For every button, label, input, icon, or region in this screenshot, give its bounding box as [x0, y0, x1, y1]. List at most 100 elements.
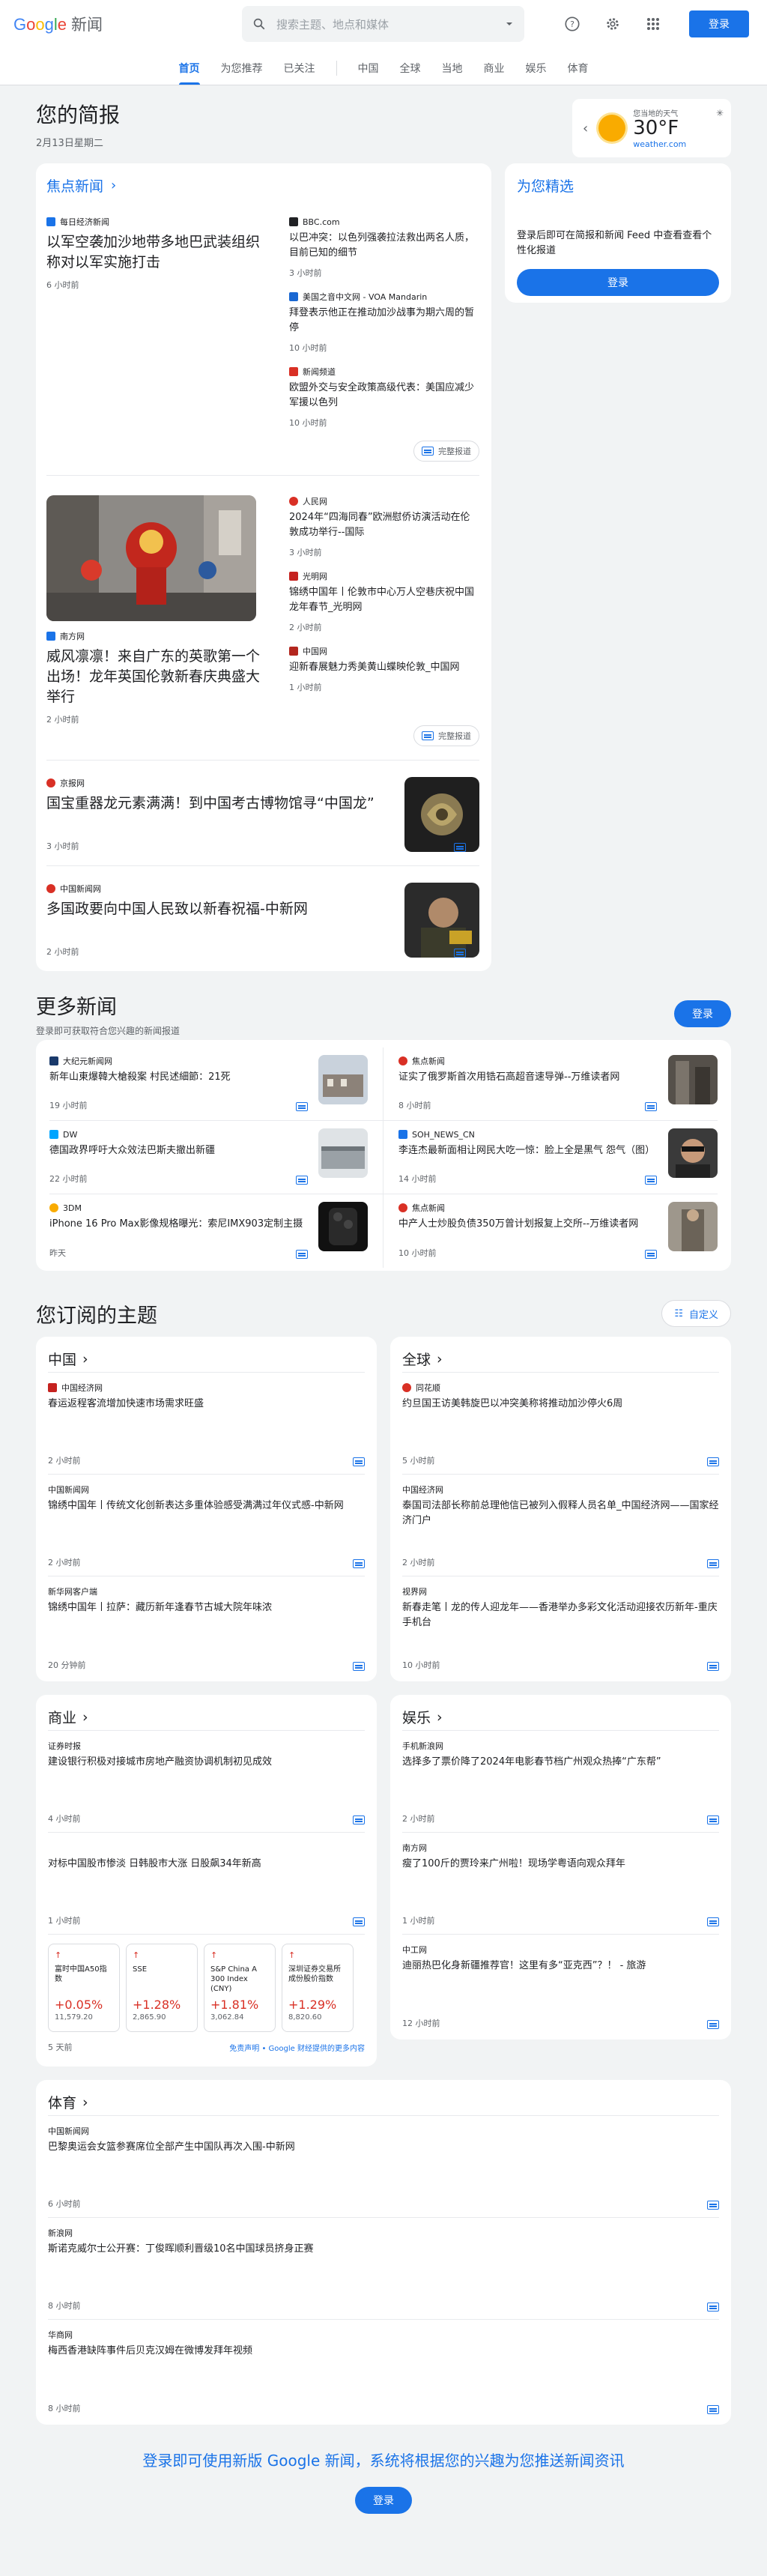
list-item[interactable]: 3DM iPhone 16 Pro Max影像规格曝光：索尼IMX903定制主摄… [49, 1194, 384, 1268]
article-headline[interactable]: 多国政要向中国人民致以新春祝福-中新网 [46, 899, 398, 919]
full-coverage-icon[interactable] [707, 1917, 719, 1926]
article-headline[interactable]: 锦绣中国年丨传统文化创新表达多重体验感受满满过年仪式感-中新网 [48, 1499, 365, 1514]
article-image[interactable] [318, 1202, 368, 1251]
full-coverage-icon[interactable] [454, 843, 466, 852]
related-article[interactable]: 人民网 2024年“四海同春”欧洲慰侨访演活动在伦敦成功举行--国际 3 小时前 [289, 495, 479, 558]
signin-button[interactable]: 登录 [689, 10, 749, 37]
finance-disclaimer-link[interactable]: 免责声明 • Google 财经提供的更多内容 [229, 2042, 365, 2053]
full-coverage-button[interactable]: 完整报道 [413, 441, 479, 462]
apps-grid-icon[interactable] [640, 10, 667, 37]
list-item[interactable]: 中工网 迪丽热巴化身新疆推荐官！这里有多“亚克西”？！ - 旅游 12 小时前 [402, 1935, 719, 2037]
full-coverage-icon[interactable] [707, 1815, 719, 1824]
list-item[interactable]: 中国新闻网 锦绣中国年丨传统文化创新表达多重体验感受满满过年仪式感-中新网 2 … [48, 1475, 365, 1576]
stock-ticker[interactable]: ↑ 富时中国A50指数 +0.05% 11,579.20 [48, 1944, 120, 2032]
customize-button[interactable]: ☷ 自定义 [661, 1300, 731, 1327]
article-headline[interactable]: 对标中国股市惨淡 日韩股市大涨 日股飙34年新高 [48, 1857, 365, 1872]
full-coverage-icon[interactable] [707, 1457, 719, 1466]
article-headline[interactable]: 选择多了票价降了2024年电影春节档广州观众热捧“广东帮” [402, 1755, 719, 1770]
article-image[interactable] [404, 777, 479, 852]
related-article[interactable]: 新闻频道 欧盟外交与安全政策高级代表：美国应减少军援以色列 10 小时前 [289, 366, 479, 429]
article-image[interactable] [404, 883, 479, 958]
topic-header[interactable]: 中国 › [48, 1346, 365, 1373]
topic-header[interactable]: 体育 › [48, 2089, 719, 2116]
article-headline[interactable]: 约旦国王访美韩旋巴以冲突美称将推动加沙停火6周 [402, 1397, 719, 1412]
full-coverage-icon[interactable] [645, 1250, 657, 1259]
article-headline[interactable]: 瘦了100斤的贾玲来广州啦！现场学粤语向观众拜年 [402, 1857, 719, 1872]
full-coverage-icon[interactable] [707, 2303, 719, 2312]
list-item[interactable]: 视界网 新春走笔丨龙的传人迎龙年——香港举办多彩文化活动迎接农历新年-重庆手机台… [402, 1576, 719, 1678]
related-article[interactable]: 美国之音中文网 - VOA Mandarin 拜登表示他正在推动加沙战事为期六周… [289, 291, 479, 354]
google-news-logo[interactable]: Google 新闻 [13, 13, 103, 35]
topic-header[interactable]: 娱乐 › [402, 1704, 719, 1731]
list-item[interactable]: 对标中国股市惨淡 日韩股市大涨 日股飙34年新高 1 小时前 [48, 1833, 365, 1935]
article-headline[interactable]: 梅西香港缺阵事件后贝克汉姆在微博发拜年视频 [48, 2344, 719, 2359]
main-article[interactable]: 每日经济新闻 以军空袭加沙地带多地巴武装组织称对以军实施打击 6 小时前 [46, 216, 271, 441]
full-coverage-icon[interactable] [296, 1176, 308, 1185]
help-icon[interactable]: ? [559, 10, 586, 37]
article-headline[interactable]: 欧盟外交与安全政策高级代表：美国应减少军援以色列 [289, 381, 479, 411]
full-coverage-icon[interactable] [707, 2201, 719, 2210]
full-coverage-button[interactable]: 完整报道 [413, 725, 479, 746]
related-article[interactable]: 光明网 锦绣中国年丨伦敦市中心万人空巷庆祝中国龙年春节_光明网 2 小时前 [289, 570, 479, 633]
list-item[interactable]: 华商网 梅西香港缺阵事件后贝克汉姆在微博发拜年视频 8 小时前 [48, 2320, 719, 2422]
article-headline[interactable]: 李连杰最新面相让网民大吃一惊：脸上全是黑气 怨气（图） [398, 1143, 657, 1158]
more-news-signin-button[interactable]: 登录 [674, 1000, 731, 1027]
article-headline[interactable]: 新春走笔丨龙的传人迎龙年——香港举办多彩文化活动迎接农历新年-重庆手机台 [402, 1600, 719, 1630]
article-card[interactable]: 京报网 国宝重器龙元素满满！到中国考古博物馆寻“中国龙” 3 小时前 [46, 761, 479, 866]
article-headline[interactable]: 以军空袭加沙地带多地巴武装组织称对以军实施打击 [46, 232, 271, 273]
tab-following[interactable]: 已关注 [273, 61, 326, 85]
article-headline[interactable]: 迪丽热巴化身新疆推荐官！这里有多“亚克西”？！ - 旅游 [402, 1959, 719, 1974]
tab-world[interactable]: 全球 [389, 61, 431, 85]
list-item[interactable]: 新浪网 斯诺克威尔士公开赛：丁俊晖顺利晋级10名中国球员挤身正赛 8 小时前 [48, 2218, 719, 2320]
full-coverage-icon[interactable] [296, 1250, 308, 1259]
list-item[interactable]: DW 德国政界呼吁大众效法巴斯夫撤出新疆 22 小时前 [49, 1121, 384, 1194]
chevron-left-icon[interactable]: ‹ [583, 121, 588, 136]
search-input[interactable]: 搜索主题、地点和媒体 [276, 16, 505, 32]
article-headline[interactable]: 中产人士炒股负债350万曾计划报复上交所--万维读者网 [398, 1217, 657, 1232]
full-coverage-icon[interactable] [296, 1102, 308, 1111]
full-coverage-icon[interactable] [707, 1559, 719, 1568]
full-coverage-icon[interactable] [353, 1662, 365, 1671]
article-image[interactable] [318, 1128, 368, 1178]
article-image[interactable] [46, 495, 256, 621]
list-item[interactable]: 中国经济网 春运返程客流增加快速市场需求旺盛 2 小时前 [48, 1373, 365, 1475]
full-coverage-icon[interactable] [707, 1662, 719, 1671]
list-item[interactable]: 焦点新闻 证实了俄罗斯首次用锆石高超音速导弹--万维读者网 8 小时前 [384, 1047, 718, 1121]
article-headline[interactable]: 斯诺克威尔士公开赛：丁俊晖顺利晋级10名中国球员挤身正赛 [48, 2242, 719, 2257]
list-item[interactable]: 中国经济网 泰国司法部长称前总理他信已被列入假释人员名单_中国经济网——国家经济… [402, 1475, 719, 1576]
topic-header[interactable]: 商业 › [48, 1704, 365, 1731]
picks-signin-button[interactable]: 登录 [517, 269, 719, 296]
article-image[interactable] [668, 1055, 718, 1104]
full-coverage-icon[interactable] [353, 1457, 365, 1466]
weather-widget[interactable]: ‹ 您当地的天气 30°F weather.com ✳ [572, 99, 731, 157]
signin-promo-button[interactable]: 登录 [355, 2487, 412, 2514]
top-stories-link[interactable]: 焦点新闻 › [46, 174, 479, 196]
tab-local[interactable]: 当地 [431, 61, 473, 85]
article-headline[interactable]: 巴黎奥运会女篮参赛席位全部产生中国队再次入围-中新网 [48, 2140, 719, 2155]
article-card[interactable]: 中国新闻网 多国政要向中国人民致以新春祝福-中新网 2 小时前 [46, 866, 479, 971]
article-headline[interactable]: 国宝重器龙元素满满！到中国考古博物馆寻“中国龙” [46, 793, 398, 814]
list-item[interactable]: SOH_NEWS_CN 李连杰最新面相让网民大吃一惊：脸上全是黑气 怨气（图） … [384, 1121, 718, 1194]
tab-china[interactable]: 中国 [348, 61, 389, 85]
list-item[interactable]: 焦点新闻 中产人士炒股负债350万曾计划报复上交所--万维读者网 10 小时前 [384, 1194, 718, 1268]
full-coverage-icon[interactable] [454, 949, 466, 958]
article-headline[interactable]: 锦绣中国年丨拉萨：藏历新年逢春节古城大院年味浓 [48, 1600, 365, 1615]
full-coverage-icon[interactable] [353, 1559, 365, 1568]
tab-entertainment[interactable]: 娱乐 [515, 61, 557, 85]
article-headline[interactable]: 春运返程客流增加快速市场需求旺盛 [48, 1397, 365, 1412]
list-item[interactable]: 证券时报 建设银行积极对接城市房地产融资协调机制初见成效 4 小时前 [48, 1731, 365, 1833]
article-headline[interactable]: 建设银行积极对接城市房地产融资协调机制初见成效 [48, 1755, 365, 1770]
article-image[interactable] [668, 1128, 718, 1178]
tab-for-you[interactable]: 为您推荐 [210, 61, 273, 85]
article-headline[interactable]: 泰国司法部长称前总理他信已被列入假释人员名单_中国经济网——国家经济门户 [402, 1499, 719, 1529]
article-headline[interactable]: 新年山東爆韓大槍殺案 村民述細節：21死 [49, 1070, 308, 1085]
related-article[interactable]: 中国网 迎新春展魅力秀美黄山蝶映伦敦_中国网 1 小时前 [289, 645, 479, 693]
full-coverage-icon[interactable] [707, 2405, 719, 2414]
list-item[interactable]: 南方网 瘦了100斤的贾玲来广州啦！现场学粤语向观众拜年 1 小时前 [402, 1833, 719, 1935]
tab-home[interactable]: 首页 [169, 61, 210, 85]
stock-ticker[interactable]: ↑ S&P China A 300 Index (CNY) +1.81% 3,0… [204, 1944, 276, 2032]
full-coverage-icon[interactable] [645, 1176, 657, 1185]
weather-source[interactable]: weather.com [633, 139, 686, 149]
article-headline[interactable]: 德国政界呼吁大众效法巴斯夫撤出新疆 [49, 1143, 308, 1158]
article-headline[interactable]: 拜登表示他正在推动加沙战事为期六周的暂停 [289, 306, 479, 336]
